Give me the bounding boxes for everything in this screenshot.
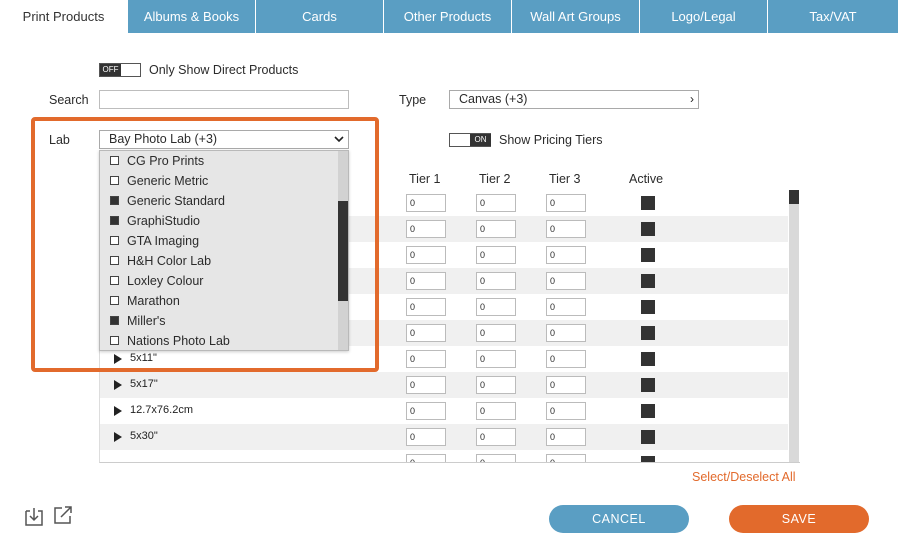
- tier2-input[interactable]: 0: [476, 194, 516, 212]
- tier1-input[interactable]: 0: [406, 324, 446, 342]
- tier1-input[interactable]: 0: [406, 454, 446, 462]
- export-icon[interactable]: [52, 504, 74, 526]
- tier3-input[interactable]: 0: [546, 428, 586, 446]
- tier3-input[interactable]: 0: [546, 194, 586, 212]
- highlight-box: [31, 117, 379, 372]
- tier2-input[interactable]: 0: [476, 428, 516, 446]
- toggle-state: ON: [470, 134, 491, 146]
- tier1-input[interactable]: 0: [406, 272, 446, 290]
- tier2-input[interactable]: 0: [476, 298, 516, 316]
- tier2-input[interactable]: 0: [476, 402, 516, 420]
- save-button[interactable]: SAVE: [729, 505, 869, 533]
- scrollbar-thumb[interactable]: [789, 190, 799, 204]
- table-row: 5x30" 0 0 0: [100, 424, 788, 450]
- tab-bar: Print Products Albums & Books Cards Othe…: [0, 0, 898, 33]
- tab-albums-books[interactable]: Albums & Books: [128, 0, 256, 33]
- tier1-input[interactable]: 0: [406, 220, 446, 238]
- tier3-input[interactable]: 0: [546, 402, 586, 420]
- tier1-input[interactable]: 0: [406, 350, 446, 368]
- table-row: 0 0 0: [100, 450, 788, 462]
- column-header-tier3: Tier 3: [549, 172, 581, 186]
- active-checkbox[interactable]: [641, 196, 655, 210]
- table-scrollbar[interactable]: [789, 190, 799, 462]
- column-header-tier2: Tier 2: [479, 172, 511, 186]
- tier1-input[interactable]: 0: [406, 376, 446, 394]
- type-label: Type: [399, 93, 427, 107]
- active-checkbox[interactable]: [641, 378, 655, 392]
- tier2-input[interactable]: 0: [476, 376, 516, 394]
- table-row: 12.7x76.2cm 0 0 0: [100, 398, 788, 424]
- expand-triangle-icon[interactable]: [114, 432, 122, 442]
- import-icon[interactable]: [23, 506, 45, 528]
- tab-cards[interactable]: Cards: [256, 0, 384, 33]
- type-select[interactable]: Canvas (+3) ›: [449, 90, 699, 109]
- direct-products-label: Only Show Direct Products: [149, 63, 299, 77]
- expand-triangle-icon[interactable]: [114, 406, 122, 416]
- active-checkbox[interactable]: [641, 456, 655, 462]
- tier2-input[interactable]: 0: [476, 272, 516, 290]
- expand-triangle-icon[interactable]: [114, 380, 122, 390]
- pricing-tiers-toggle[interactable]: ON: [449, 133, 491, 147]
- tier1-input[interactable]: 0: [406, 194, 446, 212]
- table-row: 5x17" 0 0 0: [100, 372, 788, 398]
- active-checkbox[interactable]: [641, 248, 655, 262]
- tier2-input[interactable]: 0: [476, 324, 516, 342]
- active-checkbox[interactable]: [641, 274, 655, 288]
- tab-logo-legal[interactable]: Logo/Legal: [640, 0, 768, 33]
- tab-tax-vat[interactable]: Tax/VAT: [768, 0, 898, 33]
- tier3-input[interactable]: 0: [546, 298, 586, 316]
- search-input[interactable]: [99, 90, 349, 109]
- row-name: 5x17": [130, 378, 158, 390]
- tier3-input[interactable]: 0: [546, 272, 586, 290]
- active-checkbox[interactable]: [641, 430, 655, 444]
- tier2-input[interactable]: 0: [476, 454, 516, 462]
- tier2-input[interactable]: 0: [476, 220, 516, 238]
- search-label: Search: [49, 93, 89, 107]
- tab-print-products[interactable]: Print Products: [0, 0, 128, 33]
- chevron-right-icon: ›: [690, 92, 694, 106]
- tab-wall-art-groups[interactable]: Wall Art Groups: [512, 0, 640, 33]
- active-checkbox[interactable]: [641, 222, 655, 236]
- toggle-state: OFF: [100, 64, 121, 76]
- direct-products-toggle[interactable]: OFF: [99, 63, 141, 77]
- tier1-input[interactable]: 0: [406, 246, 446, 264]
- tier2-input[interactable]: 0: [476, 246, 516, 264]
- tier3-input[interactable]: 0: [546, 350, 586, 368]
- type-value: Canvas (+3): [459, 92, 528, 106]
- active-checkbox[interactable]: [641, 300, 655, 314]
- tab-other-products[interactable]: Other Products: [384, 0, 512, 33]
- cancel-button[interactable]: CANCEL: [549, 505, 689, 533]
- active-checkbox[interactable]: [641, 404, 655, 418]
- select-deselect-all-link[interactable]: Select/Deselect All: [692, 470, 796, 484]
- tier2-input[interactable]: 0: [476, 350, 516, 368]
- tier3-input[interactable]: 0: [546, 324, 586, 342]
- column-header-tier1: Tier 1: [409, 172, 441, 186]
- tier1-input[interactable]: 0: [406, 402, 446, 420]
- tier1-input[interactable]: 0: [406, 428, 446, 446]
- pricing-tiers-label: Show Pricing Tiers: [499, 133, 603, 147]
- tier3-input[interactable]: 0: [546, 246, 586, 264]
- column-header-active: Active: [629, 172, 664, 186]
- row-name: 5x30": [130, 430, 158, 442]
- tier3-input[interactable]: 0: [546, 454, 586, 462]
- active-checkbox[interactable]: [641, 326, 655, 340]
- row-name: 12.7x76.2cm: [130, 404, 193, 416]
- tier1-input[interactable]: 0: [406, 298, 446, 316]
- tier3-input[interactable]: 0: [546, 220, 586, 238]
- tier3-input[interactable]: 0: [546, 376, 586, 394]
- active-checkbox[interactable]: [641, 352, 655, 366]
